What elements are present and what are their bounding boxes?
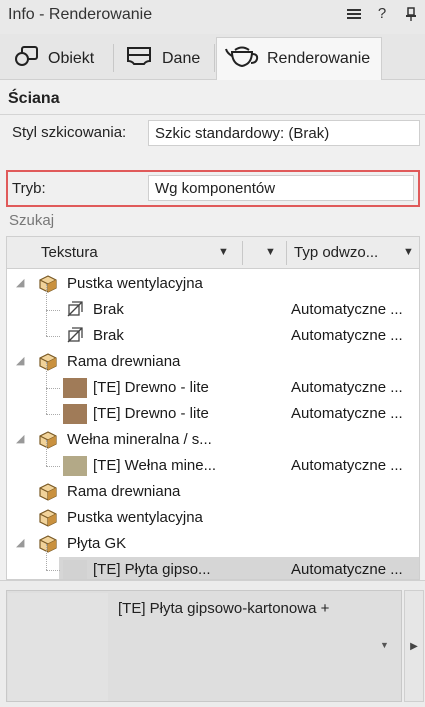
tree-node-component[interactable]: ◢ Pustka wentylacyjna <box>7 271 419 297</box>
component-box-icon <box>39 275 57 293</box>
preview-label: [TE] Płyta gipsowo-kartonowa + <box>118 600 330 617</box>
teapot-icon <box>225 44 259 75</box>
tree-node-label: Płyta GK <box>67 535 127 552</box>
tree-connector <box>46 544 47 570</box>
tree-node-texture[interactable]: [TE] Wełna mine... Automatyczne ... <box>7 440 419 479</box>
tree-node-texture[interactable]: [TE] Drewno - lite Automatyczne ... <box>7 362 419 401</box>
texture-swatch <box>63 560 87 579</box>
chevron-down-icon[interactable]: ▼ <box>218 246 229 258</box>
mapping-type-cell: Automatyczne ... <box>291 379 403 396</box>
column-header-tekstura[interactable]: Tekstura <box>41 244 98 261</box>
mapping-type-cell: Automatyczne ... <box>291 457 403 474</box>
data-icon <box>124 44 154 73</box>
mapping-type-cell: Automatyczne ... <box>291 405 403 422</box>
component-box-icon <box>39 535 57 553</box>
style-value: Szkic standardowy: (Brak) <box>155 124 330 142</box>
object-icon <box>14 44 40 73</box>
tree-node-texture[interactable]: Brak Automatyczne ... <box>7 310 419 349</box>
tree-node-label: [TE] Wełna mine... <box>93 457 217 474</box>
tree-connector <box>46 310 47 336</box>
tree-node-component[interactable]: ◢ Wełna mineralna / s... <box>7 427 419 453</box>
column-divider[interactable] <box>286 241 287 265</box>
tab-obiekt-label: Obiekt <box>48 49 95 67</box>
no-texture-icon <box>67 327 85 345</box>
hamburger-icon[interactable] <box>346 6 362 26</box>
texture-swatch <box>63 378 87 398</box>
expand-arrow-button[interactable]: ▶ <box>404 590 424 702</box>
tree-node-texture[interactable]: Brak Automatyczne ... <box>7 284 419 323</box>
highlight-box <box>6 170 420 207</box>
chevron-right-icon: ▶ <box>410 640 418 652</box>
tree-node-texture[interactable]: [TE] Płyta gipso... Automatyczne ... <box>46 544 419 579</box>
tab-divider <box>214 44 215 72</box>
mapping-type-cell: Automatyczne ... <box>291 561 403 578</box>
tree-node-label: Rama drewniana <box>67 483 181 500</box>
tab-renderowanie[interactable]: Renderowanie <box>216 37 382 80</box>
expand-toggle-icon[interactable]: ◢ <box>16 536 28 549</box>
tree-connector <box>46 570 60 571</box>
component-box-icon <box>39 483 57 501</box>
tree-connector <box>46 336 60 337</box>
component-box-icon <box>39 353 57 371</box>
tree-node-label: [TE] Drewno - lite <box>93 379 209 396</box>
expand-toggle-icon[interactable]: ◢ <box>16 276 28 289</box>
tree-connector <box>46 388 60 389</box>
style-field[interactable]: Szkic standardowy: (Brak) <box>148 120 420 146</box>
tree-connector <box>46 388 47 414</box>
tree-node-component[interactable]: Pustka wentylacyjna <box>7 505 419 531</box>
tab-obiekt[interactable]: Obiekt <box>6 37 102 80</box>
chevron-down-icon[interactable]: ▼ <box>380 640 389 650</box>
tab-renderowanie-label: Renderowanie <box>267 50 371 67</box>
texture-swatch <box>63 404 87 424</box>
chevron-down-icon[interactable]: ▼ <box>403 246 414 258</box>
column-divider[interactable] <box>242 241 243 265</box>
style-label: Styl szkicowania: <box>12 124 127 141</box>
mapping-type-cell: Automatyczne ... <box>291 301 403 318</box>
chevron-down-icon[interactable]: ▼ <box>265 246 276 258</box>
texture-table: Tekstura ▼ ▼ Typ odwzo... ▼ ◢ Pustka went… <box>6 236 420 580</box>
search-label[interactable]: Szukaj <box>9 212 54 229</box>
tree-node-component[interactable]: ◢ Rama drewniana <box>7 349 419 375</box>
tab-dane[interactable]: Dane <box>116 37 208 80</box>
expand-toggle-icon[interactable]: ◢ <box>16 432 28 445</box>
no-texture-icon <box>67 301 85 319</box>
tab-dane-label: Dane <box>162 49 201 67</box>
section-title: Ściana <box>8 90 60 107</box>
tree-node-label: Pustka wentylacyjna <box>67 509 203 526</box>
expand-toggle-icon[interactable]: ◢ <box>16 354 28 367</box>
tree-node-label: Pustka wentylacyjna <box>67 275 203 292</box>
section-divider <box>0 114 425 115</box>
tree-node-texture[interactable]: [TE] Drewno - lite Automatyczne ... <box>7 388 419 427</box>
tree-node-label: [TE] Płyta gipso... <box>93 561 211 578</box>
tree-node-label: Rama drewniana <box>67 353 181 370</box>
tree-connector <box>46 414 60 415</box>
tree-node-label: Brak <box>93 327 124 344</box>
tree-connector <box>46 440 47 466</box>
tree-connector <box>46 466 60 467</box>
tree-node-label: [TE] Drewno - lite <box>93 405 209 422</box>
table-header: Tekstura ▼ ▼ Typ odwzo... ▼ <box>7 237 419 269</box>
component-box-icon <box>39 509 57 527</box>
texture-swatch <box>63 456 87 476</box>
component-box-icon <box>39 431 57 449</box>
tree-node-label: Brak <box>93 301 124 318</box>
tree-node-component[interactable]: Rama drewniana <box>7 479 419 505</box>
column-header-typ[interactable]: Typ odwzo... <box>294 244 378 261</box>
texture-preview-swatch <box>8 593 108 701</box>
tree-connector <box>46 284 47 310</box>
tree-node-component[interactable]: ◢ Płyta GK <box>7 531 419 557</box>
tab-divider <box>113 44 114 72</box>
mapping-type-cell: Automatyczne ... <box>291 327 403 344</box>
tree-node-label: Wełna mineralna / s... <box>67 431 212 448</box>
help-button[interactable]: ? <box>374 5 390 22</box>
pin-icon[interactable] <box>403 6 419 26</box>
tree-connector <box>46 310 60 311</box>
tree-connector <box>46 362 47 388</box>
window-title: Info - Renderowanie <box>8 6 153 23</box>
